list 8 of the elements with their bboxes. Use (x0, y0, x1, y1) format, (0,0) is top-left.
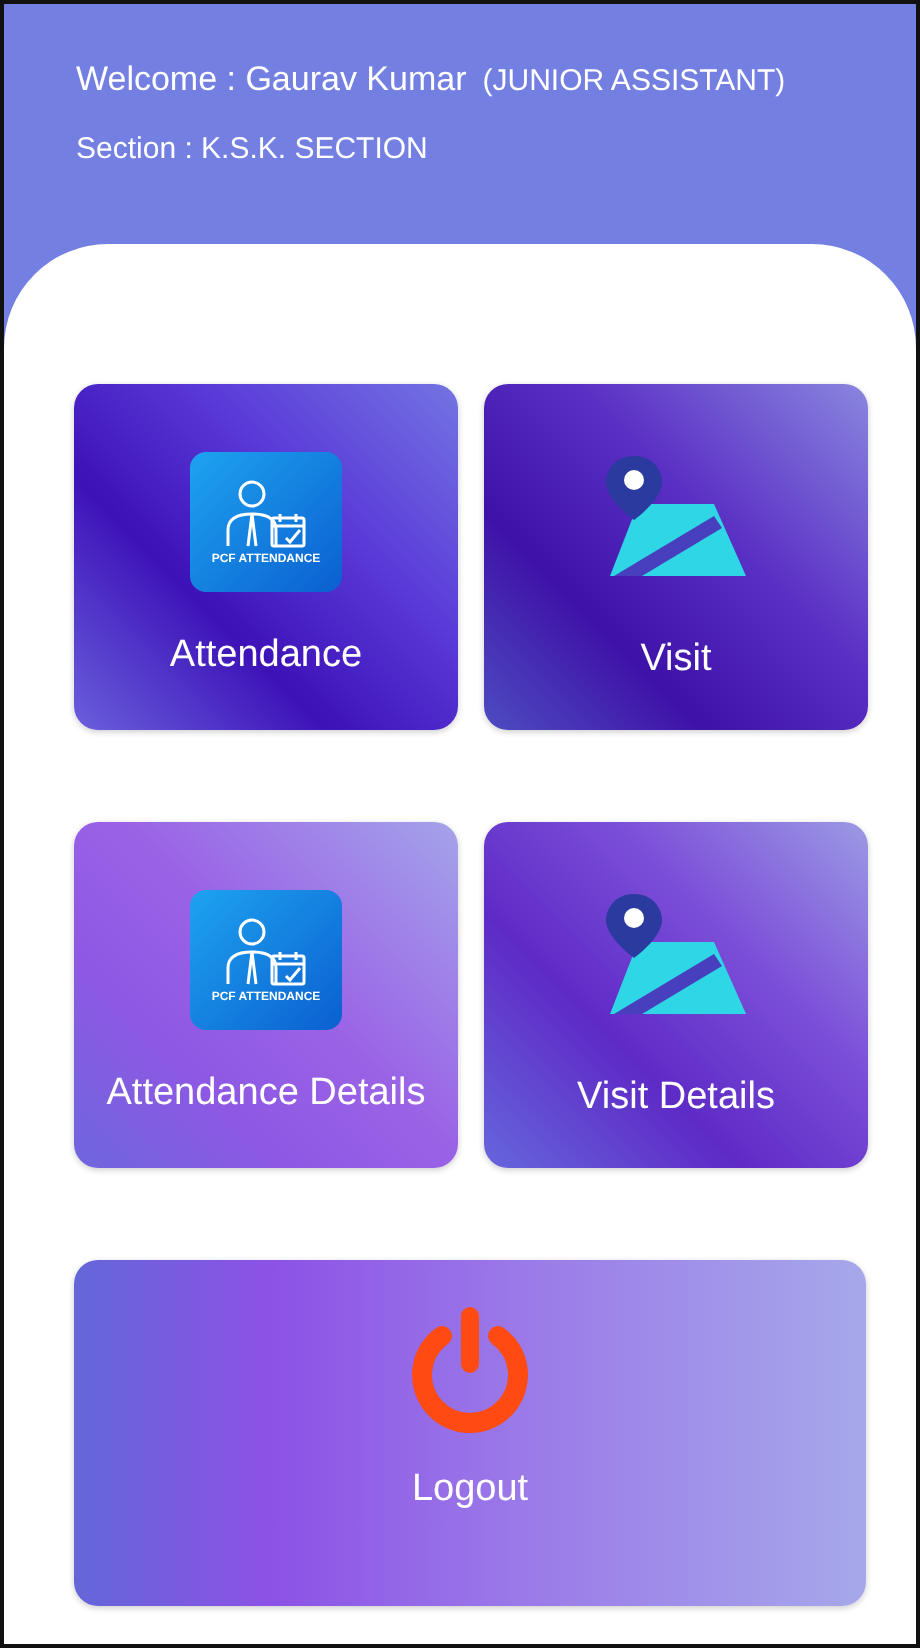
person-calendar-icon (224, 916, 308, 988)
person-calendar-icon (224, 478, 308, 550)
role-text: (JUNIOR ASSISTANT) (482, 64, 786, 98)
welcome-text: Welcome : Gaurav Kumar (76, 60, 467, 100)
menu-tile[interactable]: Visit (484, 384, 868, 730)
section-text: Section : K.S.K. SECTION (76, 132, 430, 166)
logout-button[interactable]: Logout (74, 1260, 866, 1606)
menu-tile[interactable]: Visit Details (484, 822, 868, 1168)
